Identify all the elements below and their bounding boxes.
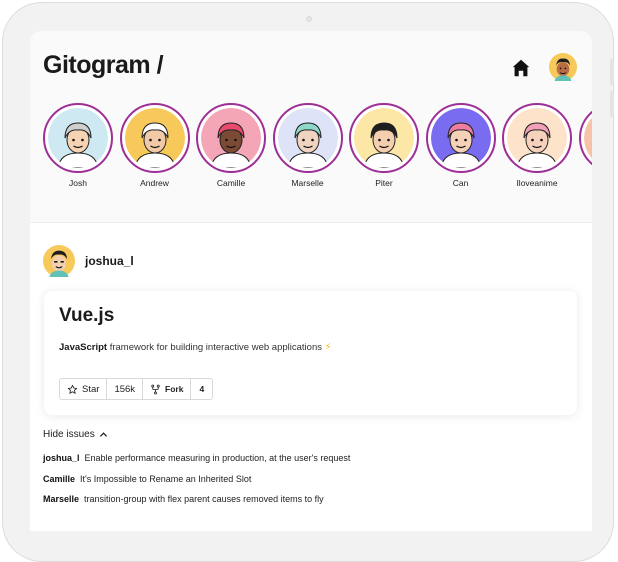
story-item[interactable]: Piter <box>349 103 419 188</box>
camera-dot <box>306 16 312 22</box>
tablet-frame: Gitogram / Josh Andrew Camille Marselle Pit <box>2 2 614 562</box>
issue-text: Enable performance measuring in producti… <box>84 453 351 463</box>
story-item[interactable]: Can <box>425 103 496 188</box>
story-ring <box>119 103 190 173</box>
star-icon <box>67 384 78 394</box>
issue-item[interactable]: Marselle transition-group with flex paren… <box>43 494 350 515</box>
repo-language: JavaScript <box>59 342 108 353</box>
post-author: joshua_l <box>43 245 134 277</box>
stories-strip: Josh Andrew Camille Marselle Piter Can Ilovean… <box>30 103 592 203</box>
star-label: Star <box>82 383 100 395</box>
fork-button[interactable]: Fork <box>143 379 192 399</box>
story-avatar <box>583 117 592 159</box>
user-avatar[interactable] <box>549 53 577 81</box>
story-ring <box>196 103 266 173</box>
story-ring <box>272 103 343 173</box>
star-button[interactable]: Star <box>60 379 108 399</box>
repo-card: Vue.js JavaScript framework for building… <box>44 291 577 415</box>
story-item[interactable]: Josh <box>43 103 113 188</box>
fork-icon <box>151 384 160 394</box>
story-ring <box>425 103 496 173</box>
chevron-up-icon <box>99 432 107 437</box>
repo-title[interactable]: Vue.js <box>59 305 114 327</box>
issue-item[interactable]: Camille It's Impossible to Rename an Inhe… <box>43 474 350 495</box>
volume-down-button <box>610 91 614 117</box>
story-item[interactable]: Andrew <box>119 103 190 188</box>
story-avatar <box>124 108 185 168</box>
repo-description: JavaScript framework for building intera… <box>59 342 332 353</box>
volume-up-button <box>610 59 614 85</box>
home-icon[interactable] <box>510 57 532 79</box>
toggle-issues-button[interactable]: Hide issues <box>43 429 108 440</box>
post-author-avatar[interactable] <box>43 245 75 277</box>
issue-author: joshua_l <box>43 453 80 463</box>
story-name: Marselle <box>291 178 324 188</box>
app-screen: Gitogram / Josh Andrew Camille Marselle Pit <box>30 31 592 531</box>
story-name: Can <box>452 178 469 188</box>
story-avatar <box>430 108 491 168</box>
issue-author: Camille <box>43 473 76 484</box>
story-item[interactable] <box>578 103 592 178</box>
story-ring <box>349 103 419 173</box>
fork-count: 4 <box>199 384 205 394</box>
story-name: Andrew <box>140 178 169 188</box>
star-count: 156k <box>107 379 144 399</box>
repo-stats: Star 156k Fork 4 <box>59 378 214 400</box>
story-ring <box>578 103 592 173</box>
story-item[interactable]: Marselle <box>272 103 343 188</box>
story-name: Camille <box>216 178 246 188</box>
story-name: Piter <box>375 178 393 188</box>
post-username[interactable]: joshua_l <box>85 254 134 268</box>
story-item[interactable]: Camille <box>196 103 266 188</box>
story-ring <box>43 103 113 173</box>
header: Gitogram / Josh Andrew Camille Marselle Pit <box>30 31 592 223</box>
fork-label: Fork <box>165 384 184 394</box>
story-name: Josh <box>69 178 87 188</box>
toggle-issues-label: Hide issues <box>43 429 95 440</box>
story-ring <box>502 103 572 173</box>
issue-item[interactable]: joshua_l Enable performance measuring in … <box>43 453 350 474</box>
story-name: Iloveanime <box>516 178 558 188</box>
repo-description-text: framework for building interactive web a… <box>107 342 325 353</box>
story-item[interactable]: Iloveanime <box>502 103 572 188</box>
issue-text: It's Impossible to Rename an Inherited S… <box>80 473 252 484</box>
story-avatar <box>507 108 567 168</box>
story-avatar <box>277 108 338 168</box>
issue-text: transition-group with flex parent causes… <box>84 494 324 504</box>
bolt-icon: ⚡ <box>324 342 332 353</box>
story-avatar <box>354 108 414 168</box>
story-avatar <box>201 108 261 168</box>
app-logo[interactable]: Gitogram / <box>43 51 164 80</box>
issues-list: joshua_l Enable performance measuring in … <box>43 453 350 515</box>
issue-author: Marselle <box>43 494 80 504</box>
story-avatar <box>48 108 108 168</box>
